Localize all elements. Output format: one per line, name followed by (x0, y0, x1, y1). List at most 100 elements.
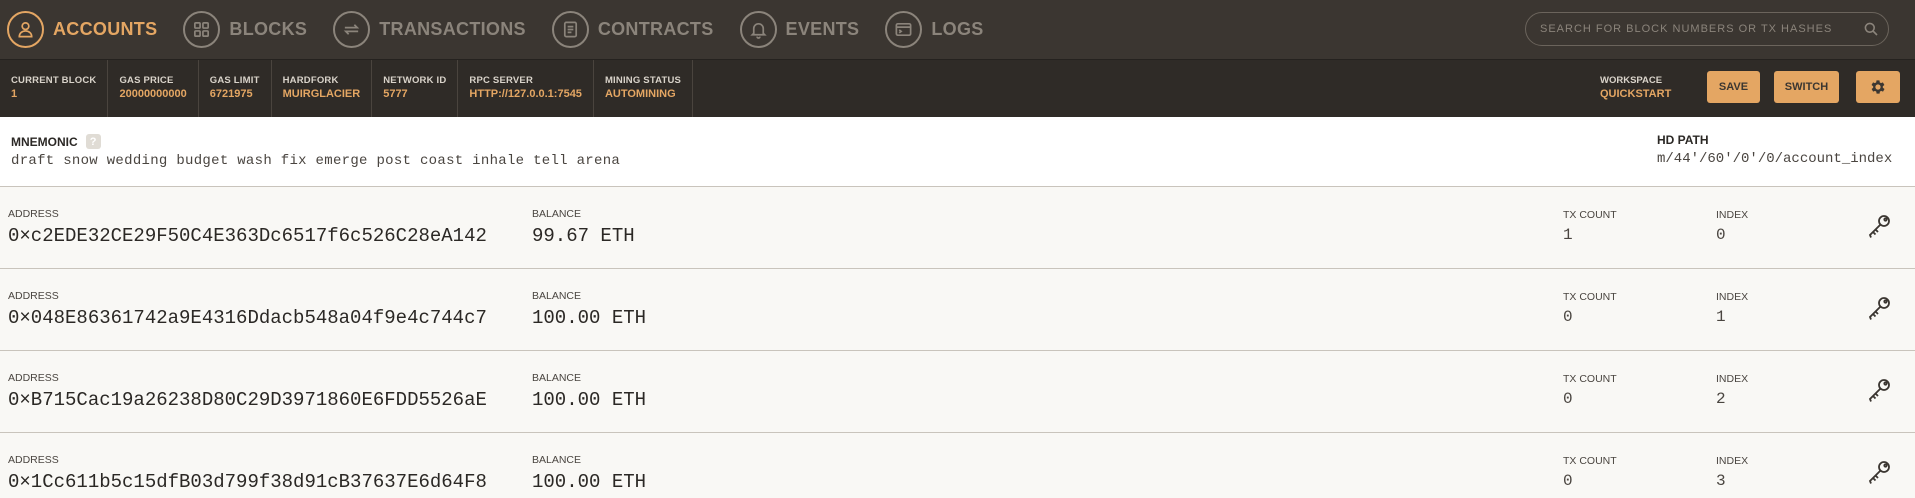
workspace-label: WORKSPACE (1600, 75, 1663, 86)
tx-count-label: TX COUNT (1563, 291, 1617, 303)
address-column: ADDRESS 0×c2EDE32CE29F50C4E363Dc6517f6c5… (8, 208, 487, 247)
tx-count-value: 0 (1563, 472, 1573, 490)
nav-contracts[interactable]: CONTRACTS (551, 0, 714, 59)
gas-limit-value: 6721975 (209, 88, 253, 100)
nav-blocks-label: BLOCKS (229, 19, 308, 39)
mnemonic-panel: MNEMONIC ? draft snow wedding budget was… (0, 117, 1915, 187)
key-icon (1868, 215, 1890, 238)
document-icon (551, 11, 589, 48)
tx-count-value: 0 (1563, 390, 1573, 408)
account-row[interactable]: ADDRESS 0×1Cc611b5c15dfB03d799f38d91cB37… (0, 433, 1915, 498)
search-box (1525, 12, 1889, 46)
balance-label: BALANCE (532, 372, 582, 384)
balance-column: BALANCE 99.67 ETH (532, 208, 635, 247)
balance-column: BALANCE 100.00 ETH (532, 372, 646, 411)
top-nav: ACCOUNTS BLOCKS TRANSACTIONS CONTRACTS E… (0, 0, 1915, 59)
address-value: 0×B715Cac19a26238D80C29D3971860E6FDD5526… (8, 389, 487, 411)
grid-icon (183, 11, 221, 48)
index-label: INDEX (1716, 455, 1749, 467)
bell-icon (739, 11, 777, 48)
terminal-icon (885, 11, 923, 48)
nav-transactions-label: TRANSACTIONS (379, 19, 526, 39)
account-row[interactable]: ADDRESS 0×048E86361742a9E4316Ddacb548a04… (0, 269, 1915, 351)
balance-column: BALANCE 100.00 ETH (532, 290, 646, 329)
tx-count-column: TX COUNT 1 (1563, 209, 1617, 244)
arrows-icon (333, 11, 371, 48)
nav-logs[interactable]: LOGS (885, 0, 983, 59)
key-icon (1868, 461, 1890, 484)
hd-path-value: m/44'/60'/0'/0/account_index (1657, 151, 1893, 167)
stat-label: CURRENT BLOCK (11, 75, 97, 86)
index-value: 0 (1716, 226, 1726, 244)
nav-contracts-label: CONTRACTS (597, 19, 714, 39)
stat-label: NETWORK ID (383, 75, 447, 86)
address-value: 0×1Cc611b5c15dfB03d799f38d91cB37637E6d64… (8, 471, 487, 493)
address-label: ADDRESS (8, 454, 59, 466)
index-value: 3 (1716, 472, 1726, 490)
current-block-value: 1 (11, 88, 18, 100)
tx-count-label: TX COUNT (1563, 373, 1617, 385)
stat-gas-limit: GAS LIMIT 6721975 (199, 60, 272, 117)
tx-count-value: 0 (1563, 308, 1573, 326)
balance-column: BALANCE 100.00 ETH (532, 454, 646, 493)
switch-button[interactable]: SWITCH (1774, 71, 1839, 103)
balance-label: BALANCE (532, 208, 582, 220)
account-row[interactable]: ADDRESS 0×B715Cac19a26238D80C29D3971860E… (0, 351, 1915, 433)
stat-network-id: NETWORK ID 5777 (372, 60, 459, 117)
key-icon (1868, 379, 1890, 402)
balance-value: 100.00 ETH (532, 389, 647, 411)
status-bar: CURRENT BLOCK 1 GAS PRICE 20000000000 GA… (0, 59, 1915, 117)
stat-current-block: CURRENT BLOCK 1 (0, 60, 109, 117)
balance-label: BALANCE (532, 290, 582, 302)
workspace-info: WORKSPACE QUICKSTART (1600, 75, 1671, 100)
nav-events-label: EVENTS (785, 19, 860, 39)
network-id-value: 5777 (383, 88, 408, 100)
stat-rpc-server: RPC SERVER HTTP://127.0.0.1:7545 (458, 60, 594, 117)
search-icon[interactable] (1854, 12, 1888, 46)
index-label: INDEX (1716, 209, 1749, 221)
save-button[interactable]: SAVE (1707, 71, 1760, 103)
hd-path-label: HD PATH (1657, 133, 1709, 147)
index-label: INDEX (1716, 291, 1749, 303)
workspace-value: QUICKSTART (1600, 88, 1672, 100)
account-list: ADDRESS 0×c2EDE32CE29F50C4E363Dc6517f6c5… (0, 187, 1915, 498)
mnemonic-label: MNEMONIC (11, 134, 78, 149)
gear-icon (1871, 80, 1885, 94)
stat-label: MINING STATUS (604, 75, 682, 86)
index-label: INDEX (1716, 373, 1749, 385)
nav-events[interactable]: EVENTS (739, 0, 860, 59)
rpc-server-value: HTTP://127.0.0.1:7545 (469, 88, 582, 100)
account-row[interactable]: ADDRESS 0×c2EDE32CE29F50C4E363Dc6517f6c5… (0, 187, 1915, 269)
settings-button[interactable] (1856, 71, 1900, 103)
gas-price-value: 20000000000 (119, 88, 187, 100)
balance-value: 99.67 ETH (532, 225, 635, 247)
key-icon (1868, 297, 1890, 320)
index-column: INDEX 0 (1716, 209, 1748, 244)
stat-hardfork: HARDFORK MUIRGLACIER (272, 60, 373, 117)
show-key-button[interactable] (1864, 211, 1894, 241)
show-key-button[interactable] (1864, 457, 1894, 487)
user-icon (7, 11, 44, 48)
nav-accounts[interactable]: ACCOUNTS (7, 0, 157, 59)
index-value: 1 (1716, 308, 1726, 326)
mnemonic-heading: MNEMONIC ? (11, 134, 101, 149)
tx-count-label: TX COUNT (1563, 209, 1617, 221)
stat-label: HARDFORK (282, 75, 339, 86)
search-input[interactable] (1540, 23, 1854, 35)
address-label: ADDRESS (8, 208, 59, 220)
index-column: INDEX 3 (1716, 455, 1748, 490)
stat-label: RPC SERVER (469, 75, 534, 86)
mining-status-value: AUTOMINING (604, 88, 676, 100)
address-value: 0×048E86361742a9E4316Ddacb548a04f9e4c744… (8, 307, 487, 329)
help-icon[interactable]: ? (85, 134, 101, 149)
tx-count-column: TX COUNT 0 (1563, 291, 1617, 326)
hardfork-value: MUIRGLACIER (282, 88, 361, 100)
address-column: ADDRESS 0×B715Cac19a26238D80C29D3971860E… (8, 372, 487, 411)
show-key-button[interactable] (1864, 293, 1894, 323)
index-column: INDEX 2 (1716, 373, 1748, 408)
tx-count-value: 1 (1563, 226, 1573, 244)
show-key-button[interactable] (1864, 375, 1894, 405)
nav-transactions[interactable]: TRANSACTIONS (333, 0, 526, 59)
nav-blocks[interactable]: BLOCKS (183, 0, 307, 59)
index-value: 2 (1716, 390, 1726, 408)
